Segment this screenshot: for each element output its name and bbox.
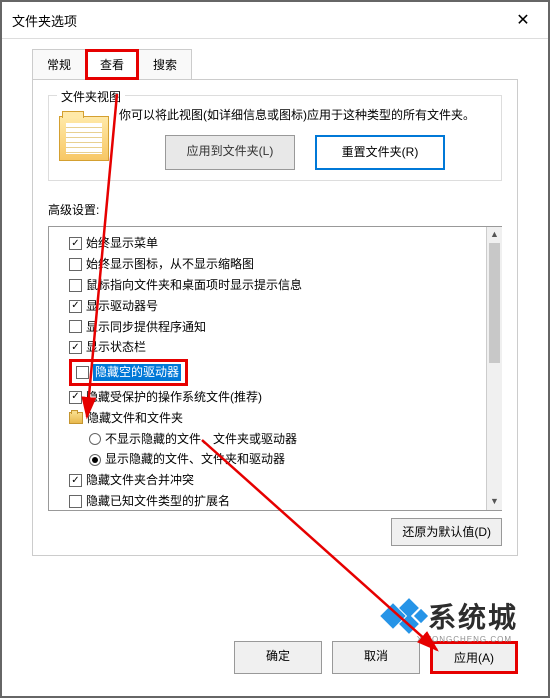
close-icon[interactable]: ✕ (508, 10, 538, 30)
scroll-up-icon[interactable]: ▲ (487, 227, 502, 243)
tree-item[interactable]: 始终显示菜单 (69, 233, 500, 254)
tree-item-label: 显示状态栏 (86, 339, 146, 356)
tree-item[interactable]: 始终显示图标，从不显示缩略图 (69, 254, 500, 275)
tab-general[interactable]: 常规 (32, 49, 86, 80)
watermark-sub: XITONGCHENG.COM (417, 635, 512, 644)
advanced-settings-tree[interactable]: 始终显示菜单始终显示图标，从不显示缩略图鼠标指向文件夹和桌面项时显示提示信息显示… (48, 226, 502, 511)
tab-content: 文件夹视图 你可以将此视图(如详细信息或图标)应用于这种类型的所有文件夹。 应用… (32, 79, 518, 556)
tab-search[interactable]: 搜索 (138, 49, 192, 80)
watermark: 系统城 XITONGCHENG.COM (384, 596, 518, 636)
tree-item[interactable]: 显示隐藏的文件、文件夹和驱动器 (69, 449, 500, 470)
tree-item-label: 隐藏文件和文件夹 (87, 410, 183, 427)
checkbox[interactable] (69, 320, 82, 333)
ok-button[interactable]: 确定 (234, 641, 322, 674)
scroll-down-icon[interactable]: ▼ (487, 494, 502, 510)
tree-item-label: 隐藏文件夹合并冲突 (86, 472, 194, 489)
checkbox[interactable] (69, 237, 82, 250)
apply-to-folders-button[interactable]: 应用到文件夹(L) (165, 135, 295, 170)
apply-button[interactable]: 应用(A) (430, 641, 518, 674)
tree-item[interactable]: 显示驱动器号 (69, 296, 500, 317)
tab-bar: 常规 查看 搜索 (2, 39, 548, 80)
cancel-button[interactable]: 取消 (332, 641, 420, 674)
folder-view-legend: 文件夹视图 (57, 88, 125, 105)
checkbox[interactable] (69, 391, 82, 404)
tree-item-label: 鼠标指向文件夹和桌面项时显示提示信息 (86, 277, 302, 294)
tree-item-label: 显示驱动器号 (86, 298, 158, 315)
tree-item[interactable]: 隐藏已知文件类型的扩展名 (69, 491, 500, 511)
tree-item[interactable]: 显示状态栏 (69, 337, 500, 358)
restore-defaults-button[interactable]: 还原为默认值(D) (391, 518, 502, 546)
tree-item-label: 隐藏受保护的操作系统文件(推荐) (86, 389, 262, 406)
folder-view-description: 你可以将此视图(如详细信息或图标)应用于这种类型的所有文件夹。 (119, 106, 491, 125)
checkbox[interactable] (69, 300, 82, 313)
checkbox[interactable] (76, 366, 89, 379)
tree-item-label: 隐藏空的驱动器 (93, 364, 181, 381)
tree-item-label: 始终显示菜单 (86, 235, 158, 252)
tab-view[interactable]: 查看 (85, 49, 139, 80)
scroll-thumb[interactable] (489, 243, 500, 363)
radio[interactable] (89, 433, 101, 445)
tree-item[interactable]: 显示同步提供程序通知 (69, 317, 500, 338)
scrollbar[interactable]: ▲ ▼ (486, 227, 502, 510)
tree-item-label: 不显示隐藏的文件、文件夹或驱动器 (105, 431, 297, 448)
tree-item-label: 显示同步提供程序通知 (86, 319, 206, 336)
checkbox[interactable] (69, 279, 82, 292)
tree-item[interactable]: 隐藏文件和文件夹 (69, 408, 500, 429)
window-title: 文件夹选项 (12, 11, 77, 30)
checkbox[interactable] (69, 474, 82, 487)
dialog-buttons: 确定 取消 应用(A) (234, 641, 518, 674)
folder-icon (69, 412, 83, 424)
tree-item[interactable]: 不显示隐藏的文件、文件夹或驱动器 (69, 429, 500, 450)
tree-item[interactable]: 隐藏文件夹合并冲突 (69, 470, 500, 491)
tree-item[interactable]: 鼠标指向文件夹和桌面项时显示提示信息 (69, 275, 500, 296)
tree-item[interactable]: 隐藏受保护的操作系统文件(推荐) (69, 387, 500, 408)
checkbox[interactable] (69, 341, 82, 354)
tree-item-label: 隐藏已知文件类型的扩展名 (86, 493, 230, 510)
tree-item-label: 显示隐藏的文件、文件夹和驱动器 (105, 451, 285, 468)
tree-item[interactable]: 隐藏空的驱动器 (69, 359, 188, 386)
reset-folders-button[interactable]: 重置文件夹(R) (315, 135, 445, 170)
checkbox[interactable] (69, 495, 82, 508)
advanced-settings-label: 高级设置: (48, 201, 502, 218)
folder-icon (59, 116, 109, 161)
checkbox[interactable] (69, 258, 82, 271)
tree-item-label: 始终显示图标，从不显示缩略图 (86, 256, 254, 273)
watermark-text: 系统城 (428, 596, 518, 636)
radio[interactable] (89, 454, 101, 466)
folder-view-group: 文件夹视图 你可以将此视图(如详细信息或图标)应用于这种类型的所有文件夹。 应用… (48, 95, 502, 181)
